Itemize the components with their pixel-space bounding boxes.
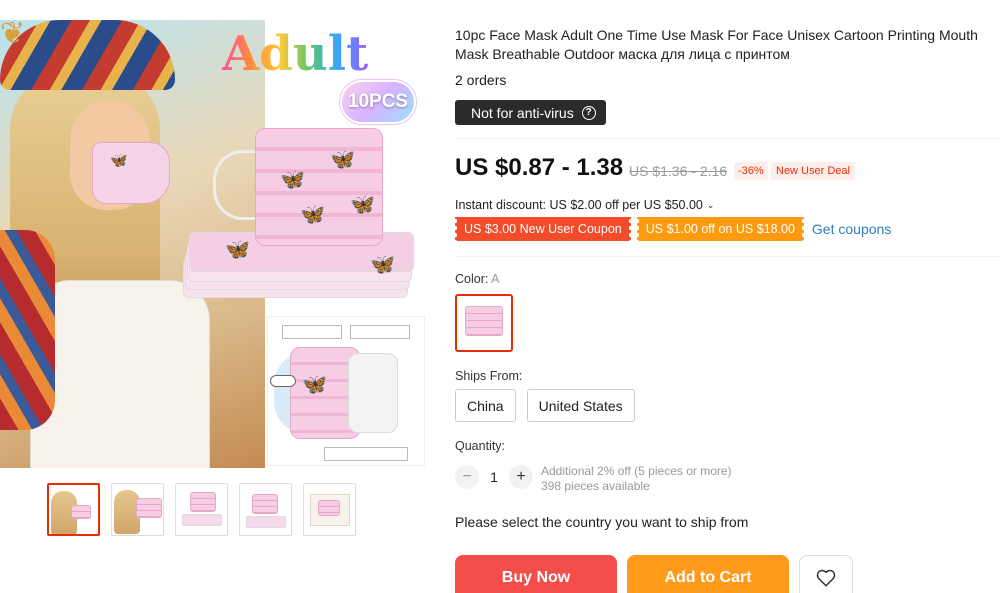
swatch-mask-image: [465, 306, 503, 336]
new-user-coupon[interactable]: US $3.00 New User Coupon: [453, 217, 633, 241]
detail-callout: [324, 447, 408, 461]
notice-text: Not for anti-virus: [471, 104, 574, 121]
add-to-cart-button[interactable]: Add to Cart: [627, 555, 789, 593]
model-face-mask: [92, 142, 170, 204]
color-value: A: [491, 272, 500, 286]
quantity-info: Additional 2% off (5 pieces or more) 398…: [541, 464, 732, 494]
thumb-mask-flat: [182, 514, 222, 526]
butterfly-icon: 🦋: [302, 374, 327, 396]
detail-tag: [270, 375, 296, 387]
heart-icon: [816, 569, 836, 587]
original-price: US $1.36 - 2.16: [629, 163, 728, 179]
ship-country-message: Please select the country you want to sh…: [455, 514, 749, 530]
mask-detail-diagram: 🦋: [267, 316, 425, 466]
chevron-down-icon: ⌄: [706, 199, 715, 210]
model-top: [30, 280, 210, 468]
color-swatch-a[interactable]: [455, 294, 513, 352]
divider: [455, 138, 1000, 139]
butterfly-icon: 🦋: [110, 152, 128, 168]
thumb-mask: [252, 494, 278, 514]
thumbnail-3[interactable]: [175, 483, 228, 536]
butterfly-icon: 🦋: [280, 169, 305, 191]
get-coupons-link[interactable]: Get coupons: [812, 221, 891, 237]
quantity-label: Quantity:: [455, 439, 506, 453]
wishlist-button[interactable]: [799, 555, 853, 593]
ships-from-options: China United States: [455, 389, 635, 422]
butterfly-icon: 🦋: [300, 204, 325, 226]
thumb-mask-flat: [246, 516, 286, 528]
butterfly-icon: 🦋: [225, 239, 250, 261]
product-title: 10pc Face Mask Adult One Time Use Mask F…: [455, 27, 978, 62]
color-label-row: Color: A: [455, 272, 499, 286]
coupon-row: US $3.00 New User Coupon US $1.00 off on…: [453, 217, 891, 241]
quantity-stepper: − 1 +: [455, 465, 533, 489]
thumb-mask: [190, 492, 216, 512]
butterfly-icon: 🦋: [370, 254, 395, 276]
new-user-deal-badge: New User Deal: [771, 162, 855, 180]
adult-badge-title: Adult: [222, 26, 369, 82]
divider: [455, 256, 1000, 257]
butterfly-icon: 🦋: [350, 194, 375, 216]
store-coupon[interactable]: US $1.00 off on US $18.00: [634, 217, 807, 241]
thumb-mask: [71, 505, 91, 519]
ships-from-china[interactable]: China: [455, 389, 516, 422]
thumbnail-strip: [47, 483, 356, 536]
model-scarf-end: [0, 230, 55, 430]
instant-discount-text: Instant discount: US $2.00 off per US $5…: [455, 198, 703, 212]
buy-now-button[interactable]: Buy Now: [455, 555, 617, 593]
main-product-image[interactable]: ❦ Adult 10PCS 🦋 🦋 🦋 🦋 🦋 🦋 🦋 🦋: [0, 0, 430, 468]
instant-discount[interactable]: Instant discount: US $2.00 off per US $5…: [455, 198, 714, 212]
stock-available: 398 pieces available: [541, 479, 650, 493]
detail-callout: [282, 325, 342, 339]
front-mask: [255, 128, 383, 246]
gold-ornament-icon: ❦: [0, 17, 26, 50]
detail-inner-layer: [348, 353, 398, 433]
thumb-mask: [318, 500, 340, 516]
pcs-badge: 10PCS: [340, 80, 416, 124]
thumbnail-4[interactable]: [239, 483, 292, 536]
thumbnail-5[interactable]: [303, 483, 356, 536]
ships-from-label: Ships From:: [455, 369, 523, 383]
ships-from-united-states[interactable]: United States: [526, 389, 635, 422]
color-label: Color:: [455, 272, 489, 286]
quantity-increase-button[interactable]: +: [509, 465, 533, 489]
current-price: US $0.87 - 1.38: [455, 154, 624, 181]
thumb-mask: [136, 498, 162, 518]
thumbnail-2[interactable]: [111, 483, 164, 536]
quantity-value[interactable]: 1: [479, 469, 509, 485]
thumbnail-1[interactable]: [47, 483, 100, 536]
order-count: 2 orders: [455, 72, 507, 88]
discount-badge: -36%: [734, 162, 768, 180]
bulk-discount-note: Additional 2% off (5 pieces or more): [541, 464, 732, 478]
anti-virus-notice[interactable]: Not for anti-virus ?: [455, 100, 606, 125]
quantity-decrease-button[interactable]: −: [455, 465, 479, 489]
detail-callout: [350, 325, 410, 339]
question-circle-icon[interactable]: ?: [581, 105, 596, 120]
butterfly-icon: 🦋: [330, 149, 355, 171]
